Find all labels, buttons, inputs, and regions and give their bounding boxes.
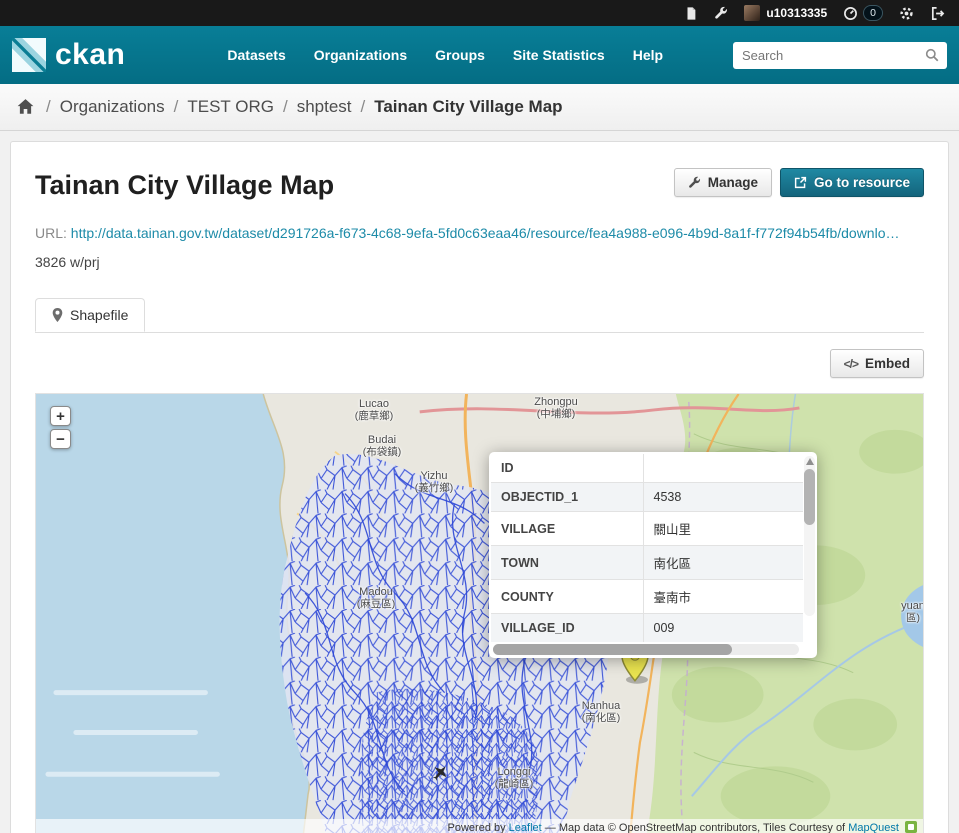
popup-row: TOWN 南化區 [491,545,803,580]
map[interactable]: Lucao (鹿草鄉) Zhongpu (中埔鄉) Budai (布袋鎮) Yizhu… [35,393,924,833]
document-icon [684,6,698,21]
drafts-button[interactable] [684,6,698,21]
tab-shapefile[interactable]: Shapefile [35,298,146,332]
breadcrumb: / Organizations / TEST ORG / shptest / T… [0,84,959,131]
logo-text: ckan [55,38,126,71]
content: Tainan City Village Map Manage Go to res… [0,131,959,833]
popup-horizontal-scrollbar[interactable] [493,644,799,655]
main-nav: Datasets Organizations Groups Site Stati… [213,39,677,71]
breadcrumb-current: Tainan City Village Map [374,97,563,116]
page-title: Tainan City Village Map [35,170,335,200]
home-icon [16,98,35,116]
gear-icon [899,6,914,21]
home-link[interactable] [16,98,35,116]
zoom-out-button[interactable]: − [50,429,71,449]
embed-button[interactable]: </> Embed [829,349,924,378]
mapquest-icon [905,821,917,833]
zoom-in-button[interactable]: + [50,406,71,426]
popup-row: COUNTY 臺南市 [491,579,803,614]
site-search [733,41,947,69]
breadcrumb-organizations[interactable]: Organizations [60,97,165,117]
ckan-logo-icon [12,38,46,72]
popup-attribute-table: ID OBJECTID_1 4538 VILLAGE 關山里 TOWN 南化區 COU… [491,454,803,642]
account-bar: u10313335 0 [0,0,959,26]
popup-vertical-scrollbar[interactable] [804,456,815,616]
resource-card: Tainan City Village Map Manage Go to res… [10,141,949,833]
mapquest-link[interactable]: MapQuest [848,822,899,833]
wrench-icon [714,6,728,20]
external-link-icon [794,176,807,189]
scroll-up-arrow-icon[interactable] [805,458,814,465]
sysadmin-button[interactable] [714,6,728,20]
go-to-resource-button[interactable]: Go to resource [779,168,924,197]
avatar [744,5,761,21]
manage-button[interactable]: Manage [673,168,772,197]
search-icon[interactable] [925,48,940,63]
resource-url-link[interactable]: http://data.tainan.gov.tw/dataset/d29172… [71,225,900,241]
dashboard-button[interactable]: 0 [843,5,883,21]
popup-row: OBJECTID_1 4538 [491,482,803,512]
code-icon: </> [843,356,859,371]
map-attribution: Powered by Leaflet — Map data © OpenStre… [36,819,923,833]
notifications-badge: 0 [863,5,883,21]
username: u10313335 [766,6,828,20]
resource-description: 3826 w/prj [35,254,100,270]
breadcrumb-dataset[interactable]: shptest [297,97,352,117]
page: u10313335 0 ckan Datasets Organizations … [0,0,959,833]
search-input[interactable] [733,41,947,69]
leaflet-link[interactable]: Leaflet [509,822,542,833]
ckan-logo[interactable]: ckan [12,38,125,72]
view-tabs: Shapefile [35,297,924,333]
map-marker-icon [52,308,63,322]
nav-organizations[interactable]: Organizations [300,39,421,71]
nav-site-statistics[interactable]: Site Statistics [499,39,619,71]
popup-row: VILLAGE 關山里 [491,511,803,546]
resource-actions: Manage Go to resource [673,168,924,197]
nav-groups[interactable]: Groups [421,39,499,71]
url-label: URL: [35,225,67,241]
nav-help[interactable]: Help [619,39,677,71]
settings-button[interactable] [899,6,914,21]
dashboard-gauge-icon [843,6,858,21]
user-menu[interactable]: u10313335 [744,5,827,21]
breadcrumb-org[interactable]: TEST ORG [187,97,274,117]
logout-icon [930,6,945,21]
wrench-icon [688,176,701,189]
zoom-control: + − [50,406,71,449]
popup-row: VILLAGE_ID 009 [491,613,803,642]
horizontal-scroll-thumb[interactable] [493,644,732,655]
popup-row: ID [491,454,803,483]
masthead: ckan Datasets Organizations Groups Site … [0,26,959,84]
feature-popup: ID OBJECTID_1 4538 VILLAGE 關山里 TOWN 南化區 COU… [489,452,817,658]
vertical-scroll-thumb[interactable] [804,469,815,525]
nav-datasets[interactable]: Datasets [213,39,299,71]
logout-button[interactable] [930,6,945,21]
